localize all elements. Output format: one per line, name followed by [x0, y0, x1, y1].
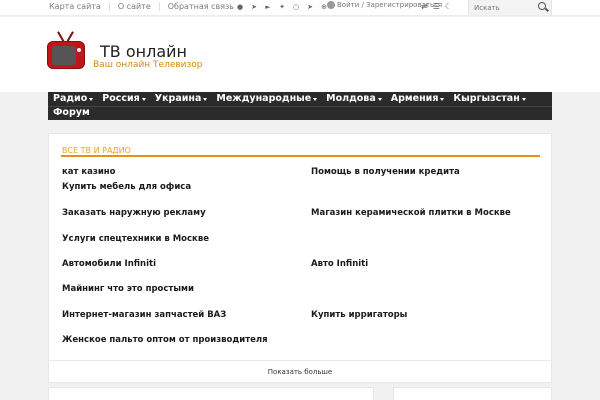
show-more-button[interactable]: Показать больше — [49, 360, 551, 383]
list-item[interactable]: кат казино — [62, 167, 116, 177]
list-item[interactable]: Купить ирригаторы — [311, 310, 407, 320]
vk-icon[interactable]: ► — [263, 2, 273, 12]
list-item[interactable]: Автомобили Infiniti — [62, 259, 156, 269]
top-link-about[interactable]: О сайте — [108, 2, 151, 11]
chevron-down-icon — [521, 97, 526, 101]
chevron-down-icon — [203, 97, 208, 101]
ok-icon[interactable]: ✦ — [277, 2, 287, 12]
list-item[interactable]: Авто Infiniti — [311, 259, 368, 269]
site-header: ТВ онлайн Ваш онлайн Телевизор — [0, 17, 600, 92]
list-item[interactable]: Интернет-магазин запчастей ВАЗ — [62, 310, 226, 320]
nav-item-radio[interactable]: Радио — [53, 92, 94, 106]
list-item[interactable]: Купить мебель для офиса — [62, 182, 191, 192]
nav-item-moldova[interactable]: Молдова — [326, 92, 382, 106]
chevron-down-icon — [313, 97, 318, 101]
show-more-label: Показать больше — [267, 368, 333, 376]
nav-item-forum[interactable]: Форум — [53, 106, 90, 120]
top-link-feedback[interactable]: Обратная связь — [158, 2, 234, 11]
search-box — [468, 0, 552, 15]
main-nav: Радио Россия Украина Международные Молдо… — [48, 92, 552, 120]
moon-icon[interactable]: ☾ — [445, 2, 452, 11]
nav-item-armenia[interactable]: Армения — [391, 92, 445, 106]
odnoklassniki-icon[interactable]: ○ — [291, 2, 301, 12]
telegram-icon[interactable]: ➤ — [305, 2, 315, 12]
menu-icon[interactable]: ☰ — [433, 2, 440, 11]
search-icon[interactable] — [538, 2, 546, 10]
links-list: кат казино Помощь в получении кредита Ку… — [49, 134, 551, 382]
site-description: Ваш онлайн Телевизор — [93, 60, 203, 70]
top-link-sitemap[interactable]: Карта сайта — [49, 2, 101, 11]
list-item[interactable]: Помощь в получении кредита — [311, 167, 460, 177]
list-item[interactable]: Магазин керамической плитки в Москве — [311, 208, 511, 218]
nav-item-international[interactable]: Международные — [216, 92, 318, 106]
tv-logo-icon[interactable] — [47, 31, 85, 73]
next-block-left — [48, 387, 374, 400]
nav-divider — [48, 106, 552, 107]
site-title[interactable]: ТВ онлайн — [100, 42, 187, 61]
user-icon — [327, 1, 335, 9]
search-input[interactable] — [474, 1, 534, 14]
list-item[interactable]: Заказать наружную рекламу — [62, 208, 206, 218]
list-item[interactable]: Майнинг что это простыми — [62, 284, 194, 294]
facebook-icon[interactable]: ● — [235, 2, 245, 12]
list-item[interactable]: Услуги спецтехники в Москве — [62, 234, 209, 244]
chevron-down-icon — [89, 97, 94, 101]
chevron-down-icon — [377, 97, 382, 101]
top-bar: Карта сайта О сайте Обратная связь ● ➤ ►… — [0, 0, 600, 16]
nav-item-russia[interactable]: Россия — [102, 92, 146, 106]
top-links: Карта сайта О сайте Обратная связь — [49, 2, 234, 11]
chevron-down-icon — [440, 97, 445, 101]
twitter-icon[interactable]: ➤ — [249, 2, 259, 12]
nav-item-ukraine[interactable]: Украина — [155, 92, 208, 106]
links-block: Все ТВ и Радио кат казино Помощь в получ… — [48, 133, 552, 383]
social-icons: ● ➤ ► ✦ ○ ➤ ⊕ — [235, 2, 329, 12]
utility-icons: ⇄ ☰ ☾ — [421, 2, 452, 11]
shuffle-icon[interactable]: ⇄ — [421, 2, 428, 11]
nav-item-kyrgyzstan[interactable]: Кыргызстан — [453, 92, 526, 106]
chevron-down-icon — [141, 97, 146, 101]
next-block-right — [393, 387, 552, 400]
list-item[interactable]: Женское пальто оптом от производителя — [62, 335, 268, 345]
